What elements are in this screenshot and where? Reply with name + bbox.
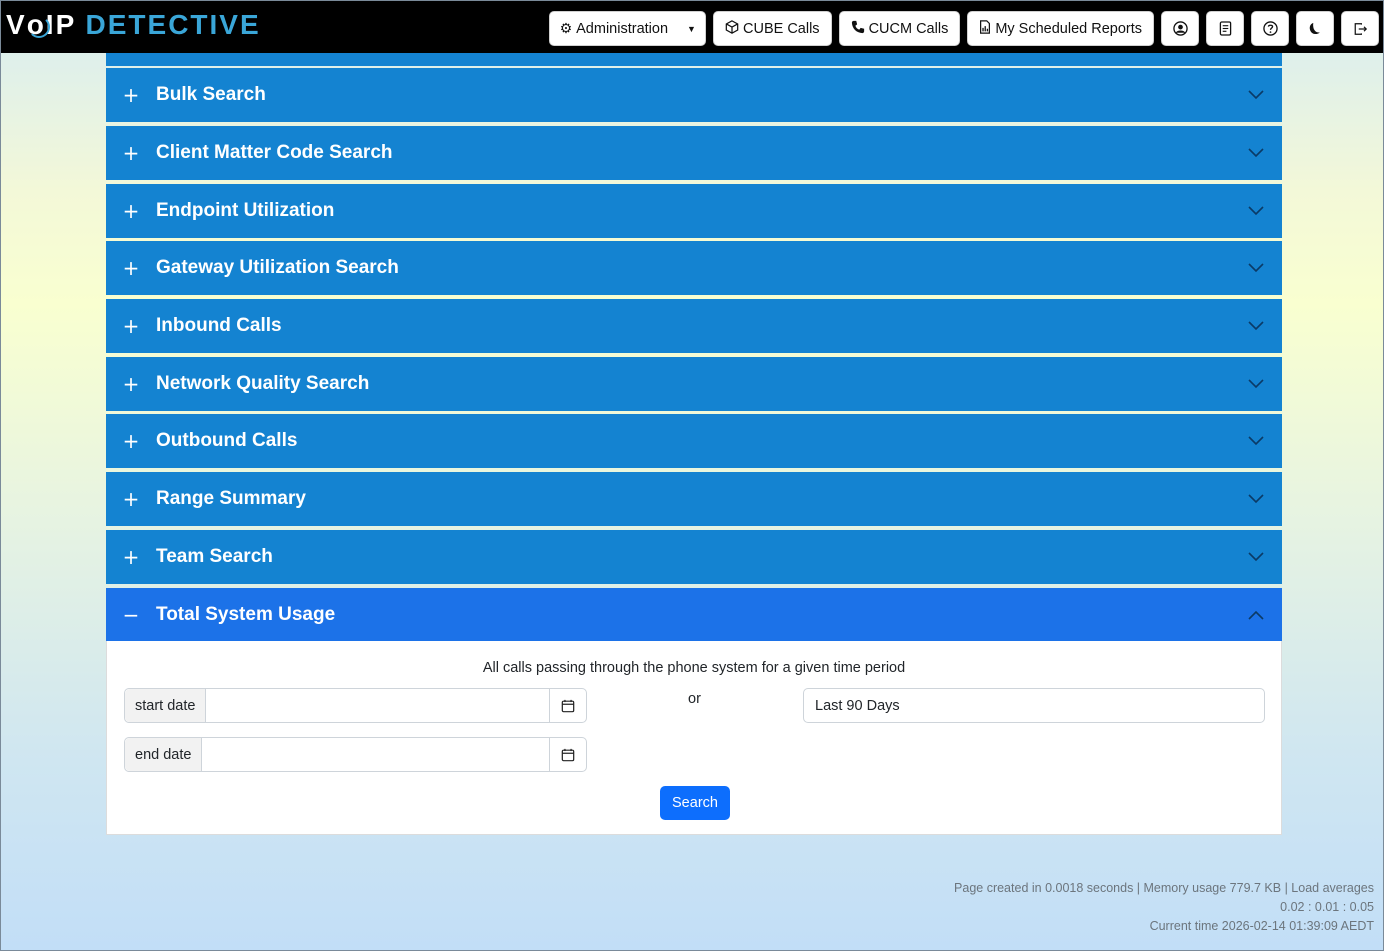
calendar-icon[interactable]	[549, 689, 586, 722]
chevron-down-icon	[1248, 530, 1264, 584]
start-date-input[interactable]	[206, 689, 549, 722]
cube-calls-label: CUBE Calls	[743, 20, 820, 37]
plus-icon: +	[122, 141, 140, 165]
my-scheduled-reports-button[interactable]: My Scheduled Reports	[967, 11, 1154, 46]
top-navbar: VoIP DETECTIVE ⚙ Administration ▼ CUBE C…	[1, 1, 1383, 53]
footer-load-averages: 0.02 : 0.01 : 0.05	[1280, 900, 1374, 914]
accordion-title: Gateway Utilization Search	[156, 257, 399, 278]
total-system-usage-form: All calls passing through the phone syst…	[106, 641, 1282, 835]
footer-current-time: Current time 2026-02-14 01:39:09 AEDT	[1149, 919, 1374, 933]
report-file-icon	[979, 19, 991, 38]
plus-icon: +	[122, 487, 140, 511]
date-range-select[interactable]: Last 90 Days	[803, 688, 1265, 723]
chevron-down-icon	[1248, 414, 1264, 468]
page-footer: Page created in 0.0018 seconds | Memory …	[954, 879, 1374, 936]
accordion-item-endpoint-utilization[interactable]: + Endpoint Utilization	[106, 184, 1282, 238]
plus-icon: +	[122, 429, 140, 453]
chevron-down-icon	[1248, 241, 1264, 295]
accordion-title: Client Matter Code Search	[156, 142, 393, 163]
help-button[interactable]	[1251, 11, 1289, 46]
plus-icon: +	[122, 545, 140, 569]
cube-calls-button[interactable]: CUBE Calls	[713, 11, 832, 46]
chevron-up-icon	[1248, 588, 1264, 641]
box-icon	[725, 19, 739, 38]
dark-mode-toggle[interactable]	[1296, 11, 1334, 46]
logo-detective: DETECTIVE	[85, 9, 261, 40]
plus-icon: +	[122, 83, 140, 107]
logo-letter-v: V	[6, 9, 27, 40]
accordion-title: Team Search	[156, 546, 273, 567]
accordion-title: Network Quality Search	[156, 373, 370, 394]
user-profile-button[interactable]	[1161, 11, 1199, 46]
user-circle-icon	[1172, 21, 1188, 36]
form-description: All calls passing through the phone syst…	[482, 660, 906, 676]
chevron-down-icon	[1248, 184, 1264, 238]
accordion-item-bulk-search[interactable]: + Bulk Search	[106, 68, 1282, 122]
accordion-title: Range Summary	[156, 488, 306, 509]
question-circle-icon	[1262, 21, 1278, 36]
accordion-item-outbound-calls[interactable]: + Outbound Calls	[106, 414, 1282, 468]
minus-icon: −	[122, 602, 140, 627]
documentation-button[interactable]	[1206, 11, 1244, 46]
start-date-label: start date	[125, 689, 207, 722]
accordion-item-client-matter-code-search[interactable]: + Client Matter Code Search	[106, 126, 1282, 180]
accordion-item-network-quality-search[interactable]: + Network Quality Search	[106, 357, 1282, 411]
or-separator: or	[688, 691, 701, 707]
chevron-down-icon	[1248, 68, 1264, 122]
box-arrow-right-icon	[1354, 22, 1367, 35]
accordion-item-inbound-calls[interactable]: + Inbound Calls	[106, 299, 1282, 353]
logo-letter-o: o	[26, 9, 50, 40]
end-date-group: end date	[124, 737, 587, 772]
plus-icon: +	[122, 199, 140, 223]
end-date-input[interactable]	[202, 738, 549, 771]
gear-icon: ⚙	[559, 20, 573, 37]
accordion-title: Inbound Calls	[156, 315, 282, 336]
calendar-icon[interactable]	[549, 738, 586, 771]
chevron-down-icon	[1248, 126, 1264, 180]
accordion-item-team-search[interactable]: + Team Search	[106, 530, 1282, 584]
search-button[interactable]: Search	[660, 786, 730, 820]
accordion-title: Total System Usage	[156, 603, 336, 625]
accordion-title: Outbound Calls	[156, 430, 298, 451]
voip-detective-logo[interactable]: VoIP DETECTIVE	[6, 8, 261, 42]
cucm-calls-button[interactable]: CUCM Calls	[838, 11, 961, 46]
journal-icon	[1219, 21, 1231, 36]
phone-icon	[851, 20, 865, 38]
nav-buttons: ⚙ Administration ▼ CUBE Calls CUCM Calls…	[548, 11, 1379, 46]
moon-icon	[1309, 22, 1320, 34]
accordion-item-gateway-utilization-search[interactable]: + Gateway Utilization Search	[106, 241, 1282, 295]
plus-icon: +	[122, 256, 140, 280]
footer-stats: Page created in 0.0018 seconds | Memory …	[954, 881, 1374, 895]
administration-button[interactable]: ⚙ Administration	[550, 12, 678, 45]
caret-down-icon[interactable]: ▼	[678, 12, 705, 45]
logout-button[interactable]	[1341, 11, 1379, 46]
end-date-label: end date	[125, 738, 203, 771]
chevron-down-icon	[1248, 357, 1264, 411]
chevron-down-icon	[1248, 299, 1264, 353]
accordion-item-total-system-usage[interactable]: − Total System Usage	[106, 588, 1282, 641]
accordion-title: Bulk Search	[156, 84, 266, 105]
accordion-item-range-summary[interactable]: + Range Summary	[106, 472, 1282, 526]
administration-dropdown[interactable]: ⚙ Administration ▼	[548, 11, 707, 46]
accordion-previous-item-edge[interactable]	[106, 53, 1282, 66]
plus-icon: +	[122, 314, 140, 338]
logo-letters-ip: IP	[45, 9, 76, 40]
cucm-calls-label: CUCM Calls	[868, 20, 949, 37]
plus-icon: +	[122, 372, 140, 396]
chevron-down-icon	[1248, 472, 1264, 526]
administration-label: Administration	[576, 20, 669, 37]
start-date-group: start date	[124, 688, 587, 723]
accordion-title: Endpoint Utilization	[156, 200, 335, 221]
my-scheduled-reports-label: My Scheduled Reports	[995, 20, 1142, 37]
date-range-selected-value: Last 90 Days	[815, 697, 900, 714]
